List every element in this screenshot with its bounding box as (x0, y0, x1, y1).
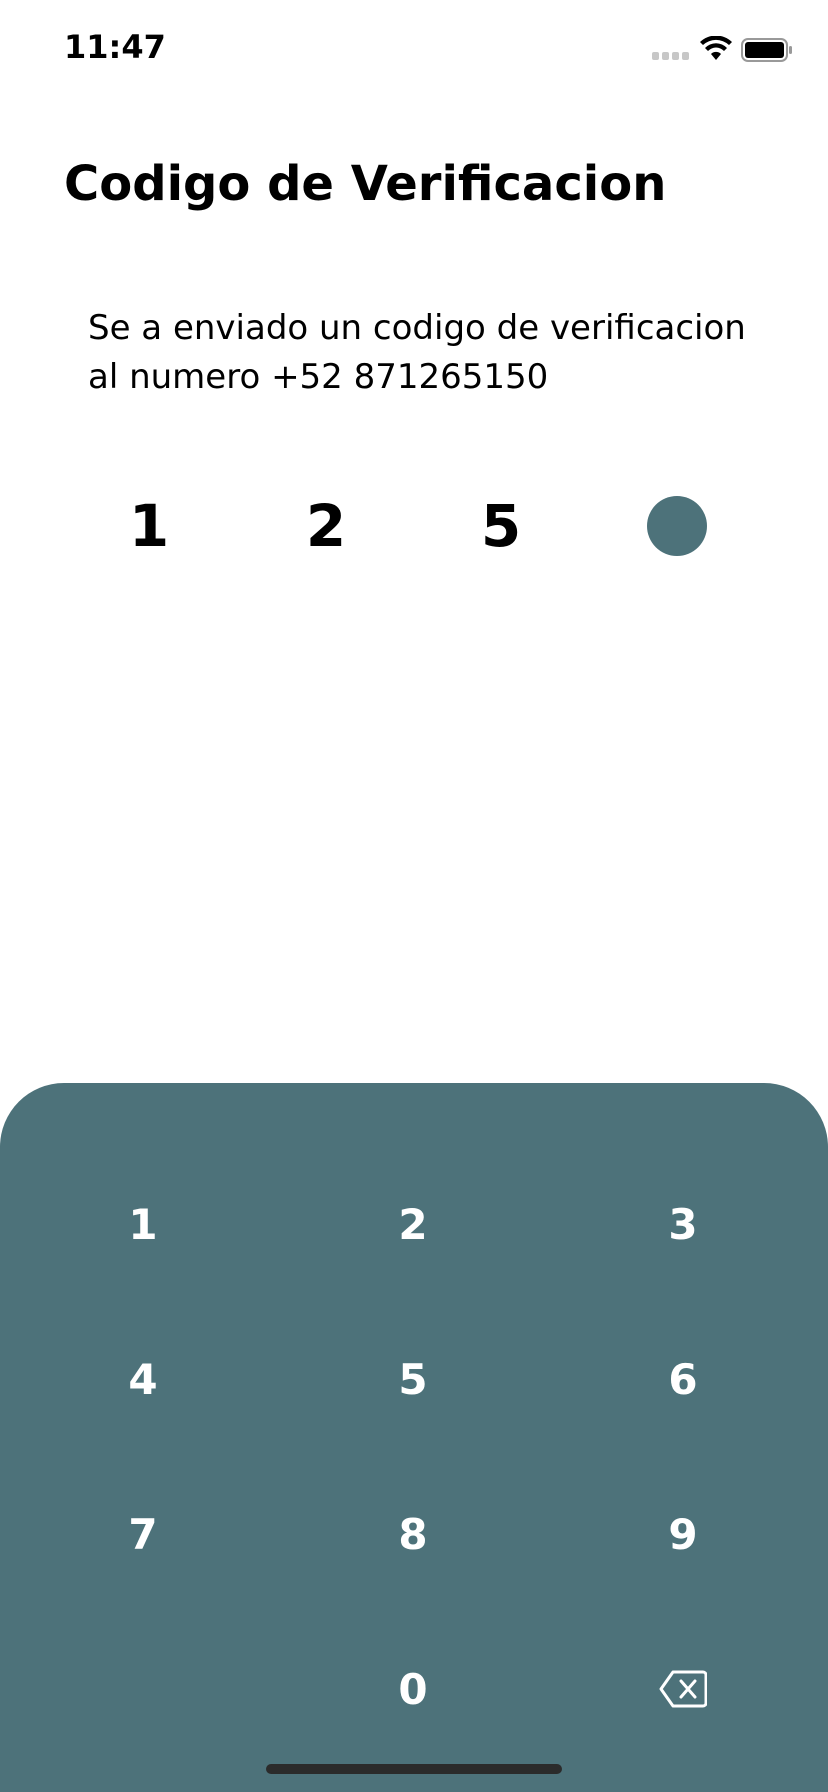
key-2[interactable]: 2 (323, 1169, 503, 1279)
code-digit-3: 5 (480, 492, 522, 560)
status-bar: 11:47 (0, 0, 828, 100)
code-digit-2: 2 (305, 492, 347, 560)
numeric-keypad: 1 2 3 4 5 6 7 8 9 0 (0, 1083, 828, 1792)
home-indicator (266, 1764, 562, 1774)
page-title: Codigo de Verificacion (64, 156, 667, 212)
key-5[interactable]: 5 (323, 1324, 503, 1434)
verification-message: Se a enviado un codigo de verificacion a… (88, 304, 768, 402)
backspace-icon (659, 1670, 707, 1708)
message-line-1: Se a enviado un codigo de verificacion (88, 308, 746, 348)
code-digit-4-placeholder (647, 496, 707, 556)
key-8[interactable]: 8 (323, 1479, 503, 1589)
message-line-2: al numero +52 871265150 (88, 357, 549, 397)
key-3[interactable]: 3 (593, 1169, 773, 1279)
battery-icon (741, 38, 792, 62)
wifi-icon (700, 36, 732, 60)
key-7[interactable]: 7 (53, 1479, 233, 1589)
delete-key[interactable] (593, 1634, 773, 1744)
key-0[interactable]: 0 (323, 1634, 503, 1744)
status-time: 11:47 (64, 28, 166, 66)
code-entry: 1 2 5 (0, 486, 828, 566)
key-4[interactable]: 4 (53, 1324, 233, 1434)
key-1[interactable]: 1 (53, 1169, 233, 1279)
key-6[interactable]: 6 (593, 1324, 773, 1434)
cellular-signal-icon (652, 52, 690, 62)
code-digit-1: 1 (128, 492, 170, 560)
key-9[interactable]: 9 (593, 1479, 773, 1589)
